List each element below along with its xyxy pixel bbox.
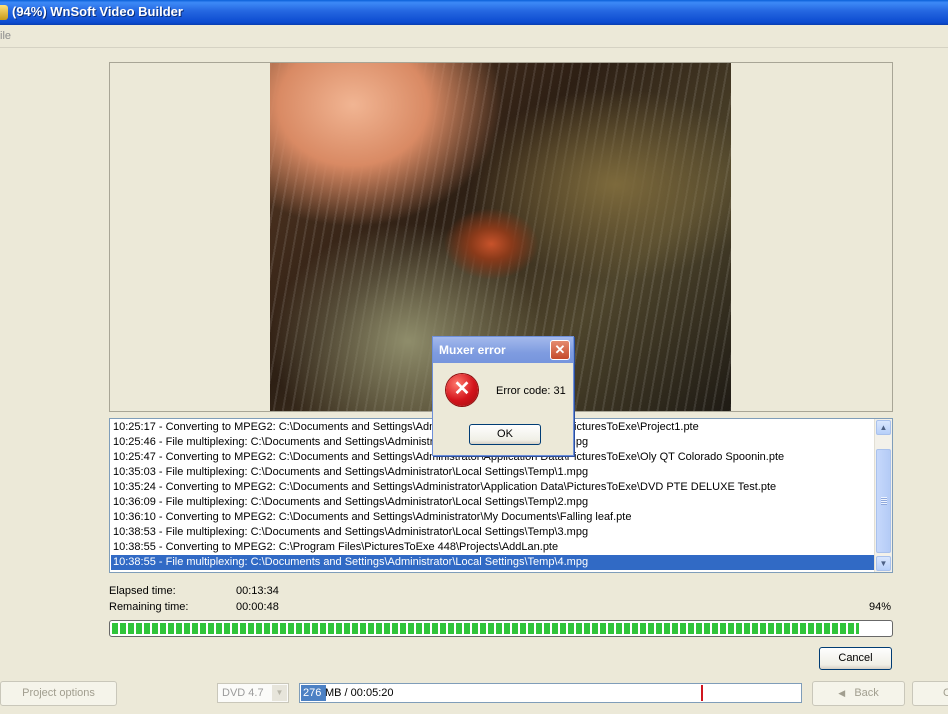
elapsed-label: Elapsed time:	[109, 585, 176, 597]
menu-file[interactable]: ile	[0, 30, 11, 42]
project-options-button[interactable]: Project options	[0, 681, 117, 706]
dialog-title: Muxer error	[439, 343, 506, 357]
progress-fill	[112, 623, 859, 634]
percent-text: 94%	[869, 601, 892, 613]
window-title: (94%) WnSoft Video Builder	[12, 4, 183, 19]
grip-icon	[881, 497, 887, 505]
error-x-icon: ✕	[446, 374, 478, 406]
muxer-error-dialog: Muxer error ✕ ✕ Error code: 31 OK	[432, 336, 574, 456]
back-arrow-icon: ◀	[838, 688, 846, 698]
disc-type-value: DVD 4.7	[222, 687, 264, 699]
progress-bar	[109, 620, 893, 637]
title-bar[interactable]: (94%) WnSoft Video Builder	[0, 0, 948, 25]
close-icon[interactable]: ✕	[550, 340, 570, 360]
elapsed-value: 00:13:34	[236, 585, 279, 597]
log-row[interactable]: 10:38:53 - File multiplexing: C:\Documen…	[111, 525, 875, 540]
menu-bar: ile	[0, 25, 948, 48]
back-label: Back	[854, 687, 879, 699]
log-row[interactable]: 10:35:03 - File multiplexing: C:\Documen…	[111, 465, 875, 480]
disc-type-select[interactable]: DVD 4.7 ▼	[217, 683, 289, 703]
dialog-title-bar[interactable]: Muxer error ✕	[433, 337, 573, 363]
back-button[interactable]: ◀ Back	[812, 681, 905, 706]
log-row[interactable]: 10:38:55 - Converting to MPEG2: C:\Progr…	[111, 540, 875, 555]
capacity-text: MB / 00:05:20	[325, 687, 394, 699]
log-row[interactable]: 10:36:10 - Converting to MPEG2: C:\Docum…	[111, 510, 875, 525]
log-scrollbar[interactable]: ▲ ▼	[874, 419, 892, 572]
log-row[interactable]: 10:35:24 - Converting to MPEG2: C:\Docum…	[111, 480, 875, 495]
disc-capacity-bar: 276 MB / 00:05:20	[299, 683, 802, 703]
log-row[interactable]: 10:36:09 - File multiplexing: C:\Documen…	[111, 495, 875, 510]
remaining-value: 00:00:48	[236, 601, 279, 613]
app-icon	[0, 5, 8, 20]
cancel-button[interactable]: Cancel	[819, 647, 892, 670]
log-row[interactable]: 10:38:55 - File multiplexing: C:\Documen…	[111, 555, 875, 570]
scroll-thumb[interactable]	[876, 449, 891, 553]
scroll-down-icon[interactable]: ▼	[876, 556, 891, 571]
capacity-limit-marker	[701, 685, 703, 701]
scroll-up-icon[interactable]: ▲	[876, 420, 891, 435]
chevron-down-icon[interactable]: ▼	[272, 685, 287, 701]
ok-button[interactable]: OK	[469, 424, 541, 445]
capacity-used-mb: 276	[303, 687, 322, 699]
next-button[interactable]: C	[912, 681, 948, 706]
dialog-message: Error code: 31	[496, 385, 566, 397]
remaining-label: Remaining time:	[109, 601, 189, 613]
